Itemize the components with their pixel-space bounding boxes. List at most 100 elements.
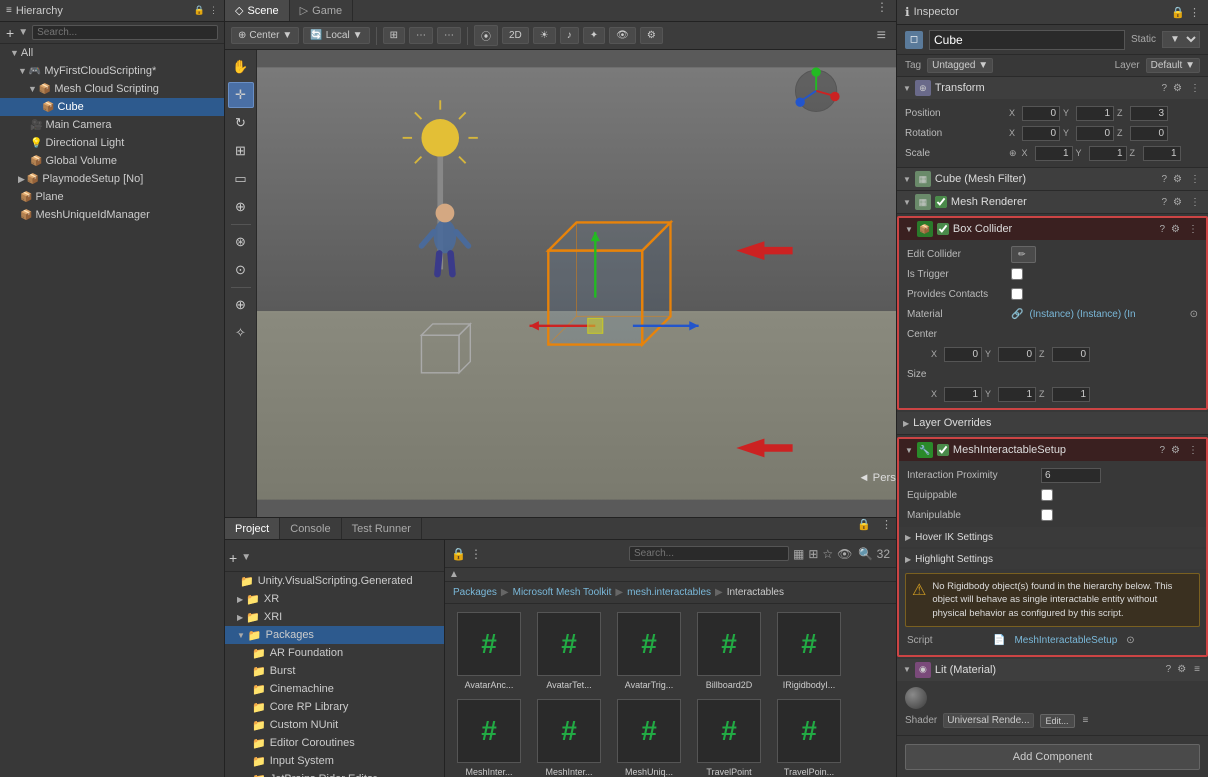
asset-item-4[interactable]: # IRigidbodyI... bbox=[773, 612, 845, 691]
asset-item-7[interactable]: # MeshUniq... bbox=[613, 699, 685, 777]
static-dropdown[interactable]: ▼ bbox=[1162, 31, 1200, 48]
asset-search-input[interactable] bbox=[629, 546, 789, 561]
scene-tab-scene[interactable]: ◇ Scene bbox=[225, 0, 290, 21]
mesh-filter-settings-icon[interactable]: ⚙ bbox=[1171, 174, 1184, 185]
rotation-x-input[interactable] bbox=[1022, 126, 1060, 141]
folder-unity-vs-generated[interactable]: 📁 Unity.VisualScripting.Generated bbox=[225, 572, 444, 590]
inspector-lock-icon[interactable]: 🔒 bbox=[1171, 6, 1185, 19]
edit-collider-btn[interactable]: ✏ bbox=[1011, 246, 1036, 263]
toolbar-camera-btn[interactable]: ⦿ bbox=[474, 25, 498, 46]
transform-more-icon[interactable]: ⋮ bbox=[1188, 83, 1202, 94]
hierarchy-add-btn[interactable]: + bbox=[6, 25, 14, 41]
add-component-btn[interactable]: Add Component bbox=[905, 744, 1200, 770]
hierarchy-more[interactable]: ⋮ bbox=[209, 5, 218, 16]
center-x-input[interactable] bbox=[944, 347, 982, 362]
toolbar-2d-btn[interactable]: 2D bbox=[502, 27, 529, 44]
folder-editor-coroutines[interactable]: 📁 Editor Coroutines bbox=[225, 734, 444, 752]
script-target-icon[interactable]: ⊙ bbox=[1126, 635, 1134, 646]
asset-eye-btn[interactable]: 👁 bbox=[837, 547, 852, 561]
breadcrumb-mesh-interactables[interactable]: mesh.interactables bbox=[627, 587, 711, 598]
rotation-y-input[interactable] bbox=[1076, 126, 1114, 141]
shader-dropdown[interactable]: Universal Rende... bbox=[943, 713, 1033, 728]
tool-custom1[interactable]: ⊛ bbox=[228, 229, 254, 255]
hierarchy-item-playmodesetup[interactable]: ▶ 📦 PlaymodeSetup [No] bbox=[0, 170, 224, 188]
hierarchy-dropdown-btn[interactable]: ▼ bbox=[18, 27, 28, 38]
asset-item-8[interactable]: # TravelPoint bbox=[693, 699, 765, 777]
breadcrumb-packages[interactable]: Packages bbox=[453, 587, 497, 598]
material-value[interactable]: (Instance) (Instance) (In bbox=[1029, 309, 1185, 320]
asset-item-3[interactable]: # Billboard2D bbox=[693, 612, 765, 691]
asset-item-5[interactable]: # MeshInter... bbox=[453, 699, 525, 777]
toolbar-audio-btn[interactable]: ♪ bbox=[560, 27, 579, 44]
tool-transform[interactable]: ⊕ bbox=[228, 194, 254, 220]
center-z-input[interactable] bbox=[1052, 347, 1090, 362]
asset-item-1[interactable]: # AvatarTet... bbox=[533, 612, 605, 691]
material-target-icon[interactable]: ⊙ bbox=[1190, 309, 1198, 320]
layer-dropdown[interactable]: Default ▼ bbox=[1146, 58, 1200, 73]
transform-settings-icon[interactable]: ⚙ bbox=[1171, 83, 1184, 94]
mesh-renderer-settings-icon[interactable]: ⚙ bbox=[1171, 197, 1184, 208]
transform-help-icon[interactable]: ? bbox=[1161, 83, 1167, 94]
mesh-renderer-help-icon[interactable]: ? bbox=[1161, 197, 1167, 208]
hierarchy-item-cube[interactable]: 📦 Cube bbox=[0, 98, 224, 116]
hierarchy-item-meshunique[interactable]: 📦 MeshUniqueIdManager bbox=[0, 206, 224, 224]
highlight-settings-header[interactable]: ▶ Highlight Settings bbox=[899, 549, 1206, 569]
transform-header[interactable]: ▼ ⊕ Transform ? ⚙ ⋮ bbox=[897, 77, 1208, 99]
toolbar-light-btn[interactable]: ☀ bbox=[533, 27, 556, 44]
position-x-input[interactable] bbox=[1022, 106, 1060, 121]
tab-testrunner[interactable]: Test Runner bbox=[342, 518, 422, 539]
hierarchy-item-all[interactable]: ▼ All bbox=[0, 44, 224, 62]
hierarchy-item-globalvol[interactable]: 📦 Global Volume bbox=[0, 152, 224, 170]
toolbar-more-btn[interactable]: ⋯ bbox=[437, 27, 461, 44]
box-collider-more-icon[interactable]: ⋮ bbox=[1186, 224, 1200, 235]
folder-custom-nunit[interactable]: 📁 Custom NUnit bbox=[225, 716, 444, 734]
mesh-renderer-more-icon[interactable]: ⋮ bbox=[1188, 197, 1202, 208]
toolbar-fx-btn[interactable]: ✦ bbox=[583, 27, 605, 44]
add-btn[interactable]: + bbox=[229, 550, 237, 566]
center-y-input[interactable] bbox=[998, 347, 1036, 362]
material-header[interactable]: ▼ ◉ Lit (Material) ? ⚙ ≡ bbox=[897, 659, 1208, 681]
box-collider-help-icon[interactable]: ? bbox=[1159, 224, 1165, 235]
hierarchy-search[interactable] bbox=[32, 25, 218, 40]
scroll-up-btn[interactable]: ▲ bbox=[445, 569, 463, 580]
tool-rect[interactable]: ▭ bbox=[228, 166, 254, 192]
size-x-input[interactable] bbox=[944, 387, 982, 402]
shader-more-icon[interactable]: ≡ bbox=[1083, 715, 1089, 726]
size-y-input[interactable] bbox=[998, 387, 1036, 402]
toolbar-local-btn[interactable]: 🔄 Local ▼ bbox=[303, 27, 369, 44]
bottom-lock-icon[interactable]: 🔒 bbox=[851, 518, 877, 539]
asset-item-0[interactable]: # AvatarAnc... bbox=[453, 612, 525, 691]
material-settings-icon[interactable]: ⚙ bbox=[1175, 664, 1188, 675]
tag-dropdown[interactable]: Untagged ▼ bbox=[927, 58, 993, 73]
interaction-proximity-input[interactable] bbox=[1041, 468, 1101, 483]
mesh-interactable-settings-icon[interactable]: ⚙ bbox=[1169, 445, 1182, 456]
equippable-checkbox[interactable] bbox=[1041, 489, 1053, 501]
position-y-input[interactable] bbox=[1076, 106, 1114, 121]
mesh-filter-help-icon[interactable]: ? bbox=[1161, 174, 1167, 185]
tab-project[interactable]: Project bbox=[225, 518, 280, 539]
hierarchy-item-dirlight[interactable]: 💡 Directional Light bbox=[0, 134, 224, 152]
asset-lock-btn[interactable]: 🔒 bbox=[451, 547, 466, 561]
toolbar-scene-visibility-btn[interactable]: 👁 bbox=[609, 27, 636, 44]
scene-tab-game[interactable]: ▷ Game bbox=[290, 0, 353, 21]
box-collider-header[interactable]: ▼ 📦 Box Collider ? ⚙ ⋮ bbox=[899, 218, 1206, 240]
folder-jetbrains[interactable]: 📁 JetBrains Rider Editor bbox=[225, 770, 444, 777]
asset-item-6[interactable]: # MeshInter... bbox=[533, 699, 605, 777]
tool-custom3[interactable]: ✧ bbox=[228, 320, 254, 346]
asset-filter-btn[interactable]: ▦ bbox=[793, 547, 804, 561]
folder-core-rp[interactable]: 📁 Core RP Library bbox=[225, 698, 444, 716]
tool-hand[interactable]: ✋ bbox=[228, 54, 254, 80]
box-collider-checkbox[interactable] bbox=[937, 223, 949, 235]
mesh-filter-more-icon[interactable]: ⋮ bbox=[1188, 174, 1202, 185]
tool-move[interactable]: ✛ bbox=[228, 82, 254, 108]
asset-more-btn[interactable]: ⋮ bbox=[470, 547, 482, 561]
layer-overrides-header[interactable]: ▶ Layer Overrides bbox=[897, 412, 1208, 434]
mesh-interactable-more-icon[interactable]: ⋮ bbox=[1186, 445, 1200, 456]
bottom-more-icon[interactable]: ⋮ bbox=[877, 518, 896, 539]
asset-item-2[interactable]: # AvatarTrig... bbox=[613, 612, 685, 691]
tool-custom2[interactable]: ⊙ bbox=[228, 257, 254, 283]
scale-z-input[interactable] bbox=[1143, 146, 1181, 161]
shader-edit-btn[interactable]: Edit... bbox=[1040, 714, 1075, 728]
hierarchy-item-meshcloud[interactable]: ▼ 📦 Mesh Cloud Scripting bbox=[0, 80, 224, 98]
hover-ik-header[interactable]: ▶ Hover IK Settings bbox=[899, 527, 1206, 547]
